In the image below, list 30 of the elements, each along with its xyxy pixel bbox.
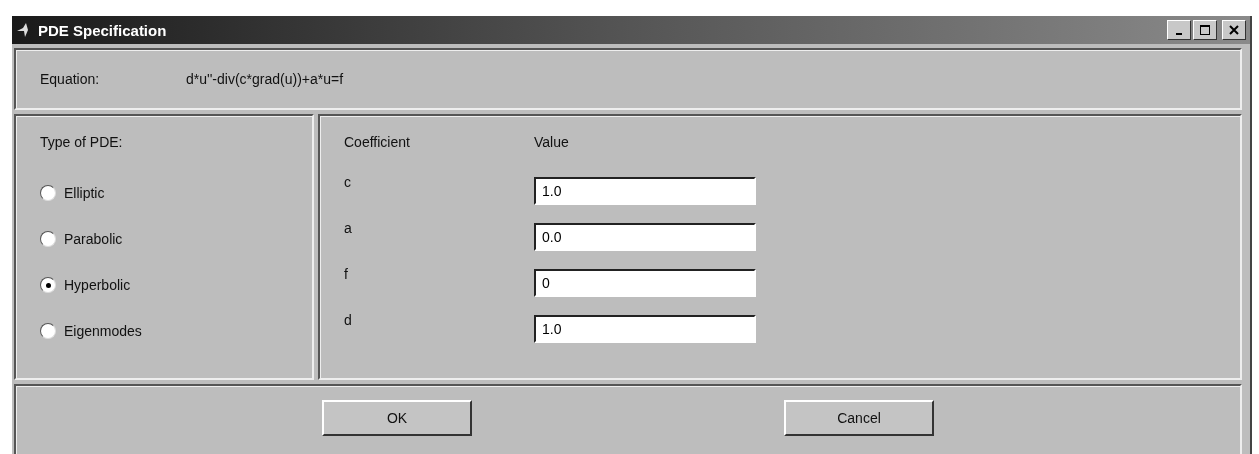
radio-button[interactable] <box>40 323 56 339</box>
column-header: Value <box>534 134 569 150</box>
pde-type-label: Type of PDE: <box>40 134 124 150</box>
radio-button[interactable] <box>40 185 56 201</box>
radio-label[interactable]: Eigenmodes <box>64 323 142 339</box>
value-field[interactable]: 0.0 <box>534 223 756 251</box>
coefficient-name: c <box>344 173 352 190</box>
value-field[interactable]: 0 <box>534 269 756 297</box>
ok-button[interactable]: OK <box>322 400 472 436</box>
radio-button[interactable] <box>40 277 56 293</box>
minimize-button[interactable] <box>1167 20 1191 40</box>
radio-label[interactable]: Elliptic <box>64 185 105 201</box>
coefficient-name: f <box>344 265 349 282</box>
window-title: PDE Specification <box>38 21 168 39</box>
value-field[interactable]: 1.0 <box>534 315 756 343</box>
radio-label[interactable]: Hyperbolic <box>64 277 131 293</box>
value-field[interactable]: 1.0 <box>534 177 756 205</box>
maximize-button[interactable] <box>1193 20 1217 40</box>
minimize-icon <box>1176 33 1182 35</box>
radio-label[interactable]: Parabolic <box>64 231 123 247</box>
coefficient-name: d <box>344 311 353 328</box>
equation-label: Equation: <box>40 71 101 87</box>
close-icon <box>1229 25 1239 35</box>
close-button[interactable] <box>1222 20 1246 40</box>
coefficient-name: a <box>344 219 353 236</box>
radio-button[interactable] <box>40 231 56 247</box>
column-header: Coefficient <box>344 134 411 150</box>
equation-text: d*u''-div(c*grad(u))+a*u=f <box>186 71 344 87</box>
maximize-icon <box>1200 25 1210 35</box>
cancel-button[interactable]: Cancel <box>784 400 934 436</box>
